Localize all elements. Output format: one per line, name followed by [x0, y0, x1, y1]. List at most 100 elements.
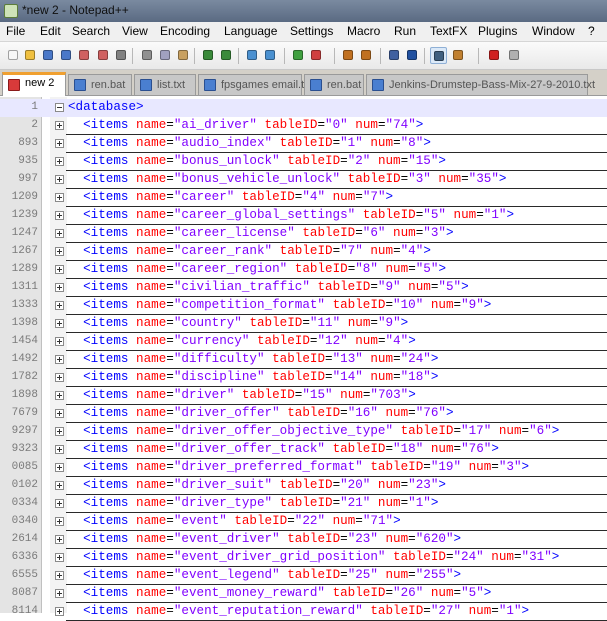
fold-expand-icon[interactable] — [55, 265, 64, 274]
undo-icon[interactable] — [200, 47, 217, 64]
fold-expand-icon[interactable] — [55, 283, 64, 292]
fold-expand-icon[interactable] — [55, 355, 64, 364]
fold-expand-icon[interactable] — [55, 193, 64, 202]
line-number: 935 — [18, 155, 38, 167]
line-number: 0334 — [11, 497, 38, 509]
tab-1[interactable]: ren.bat — [68, 74, 132, 95]
fold-expand-icon[interactable] — [55, 589, 64, 598]
line-number: 893 — [18, 137, 38, 149]
replace-icon-glyph — [265, 50, 275, 60]
fold-expand-icon[interactable] — [55, 391, 64, 400]
code-text: <items name="career_region" tableID="8" … — [83, 262, 446, 276]
close-icon[interactable] — [76, 47, 93, 64]
toolbar-separator — [132, 48, 133, 64]
fold-expand-icon[interactable] — [55, 121, 64, 130]
zoom-in-icon[interactable] — [290, 47, 307, 64]
line-number: 8087 — [11, 587, 38, 599]
fold-expand-icon[interactable] — [55, 229, 64, 238]
code-text: <items name="driver_preferred_format" ta… — [83, 460, 530, 474]
menu-settings[interactable]: Settings — [290, 24, 333, 38]
find-icon[interactable] — [244, 47, 261, 64]
menu-macro[interactable]: Macro — [347, 24, 380, 38]
editor-area[interactable]: 1 <database> 2 <items name="ai_driver" tab… — [0, 97, 607, 621]
new-file-icon[interactable] — [5, 47, 22, 64]
indent-guide-icon[interactable] — [430, 47, 447, 64]
line-number: 1898 — [11, 389, 38, 401]
menu-language[interactable]: Language — [224, 24, 277, 38]
fold-expand-icon[interactable] — [55, 607, 64, 616]
fold-expand-icon[interactable] — [55, 445, 64, 454]
toolbar-separator — [284, 48, 285, 64]
code-line: 1454 <items name="currency" tableID="12"… — [0, 333, 607, 351]
fold-expand-icon[interactable] — [55, 481, 64, 490]
fold-expand-icon[interactable] — [55, 175, 64, 184]
replace-icon[interactable] — [262, 47, 279, 64]
tab-5[interactable]: Jenkins-Drumstep-Bass-Mix-27-9-2010.txt — [366, 74, 595, 95]
fold-expand-icon[interactable] — [55, 211, 64, 220]
code-text: <items name="event_money_reward" tableID… — [83, 586, 492, 600]
record-macro-icon[interactable] — [486, 47, 503, 64]
menu-edit[interactable]: Edit — [40, 24, 61, 38]
sync-v-icon[interactable] — [340, 47, 357, 64]
close-all-icon-glyph — [98, 50, 108, 60]
code-text: <items name="career_rank" tableID="7" nu… — [83, 244, 431, 258]
fold-expand-icon[interactable] — [55, 139, 64, 148]
menu-textfx[interactable]: TextFX — [430, 24, 467, 38]
print-icon[interactable] — [113, 47, 130, 64]
fold-expand-icon[interactable] — [55, 463, 64, 472]
menu-run[interactable]: Run — [394, 24, 416, 38]
fold-expand-icon[interactable] — [55, 427, 64, 436]
menu-window[interactable]: Window — [532, 24, 575, 38]
menu-help[interactable]: ? — [588, 24, 595, 38]
fold-expand-icon[interactable] — [55, 409, 64, 418]
fold-expand-icon[interactable] — [55, 553, 64, 562]
menu-plugins[interactable]: Plugins — [478, 24, 517, 38]
user-lang-icon[interactable] — [450, 47, 467, 64]
code-text: <items name="event" tableID="22" num="71… — [83, 514, 401, 528]
fold-expand-icon[interactable] — [55, 337, 64, 346]
fold-collapse-icon[interactable] — [55, 103, 64, 112]
line-number: 1289 — [11, 263, 38, 275]
fold-expand-icon[interactable] — [55, 499, 64, 508]
wrap-icon[interactable] — [386, 47, 403, 64]
stop-macro-icon[interactable] — [506, 47, 523, 64]
save-icon[interactable] — [40, 47, 57, 64]
zoom-out-icon[interactable] — [308, 47, 325, 64]
paste-icon[interactable] — [175, 47, 192, 64]
line-number: 0102 — [11, 479, 38, 491]
code-text: <items name="discipline" tableID="14" nu… — [83, 370, 439, 384]
close-all-icon[interactable] — [95, 47, 112, 64]
code-line: 1289 <items name="career_region" tableID… — [0, 261, 607, 279]
save-all-icon[interactable] — [58, 47, 75, 64]
menu-file[interactable]: File — [6, 24, 25, 38]
menu-encoding[interactable]: Encoding — [160, 24, 210, 38]
line-number: 1398 — [11, 317, 38, 329]
code-text: <items name="audio_index" tableID="1" nu… — [83, 136, 431, 150]
tab-0[interactable]: new 2 — [2, 72, 66, 96]
redo-icon[interactable] — [218, 47, 235, 64]
cut-icon[interactable] — [139, 47, 156, 64]
fold-expand-icon[interactable] — [55, 517, 64, 526]
copy-icon[interactable] — [157, 47, 174, 64]
fold-expand-icon[interactable] — [55, 319, 64, 328]
tab-4[interactable]: ren.bat — [304, 74, 364, 95]
fold-expand-icon[interactable] — [55, 301, 64, 310]
sync-h-icon[interactable] — [358, 47, 375, 64]
fold-expand-icon[interactable] — [55, 373, 64, 382]
tab-2[interactable]: list.txt — [134, 74, 196, 95]
open-file-icon[interactable] — [22, 47, 39, 64]
fold-expand-icon[interactable] — [55, 247, 64, 256]
menu-view[interactable]: View — [122, 24, 148, 38]
tab-label: new 2 — [25, 77, 55, 89]
all-chars-icon[interactable] — [404, 47, 421, 64]
tab-3[interactable]: fpsgames email.txt — [198, 74, 313, 95]
line-number: 997 — [18, 173, 38, 185]
fold-expand-icon[interactable] — [55, 535, 64, 544]
menu-search[interactable]: Search — [72, 24, 110, 38]
fold-expand-icon[interactable] — [55, 571, 64, 580]
code-line: 8114 <items name="event_reputation_rewar… — [0, 603, 607, 621]
code-line: 9297 <items name="driver_offer_objective… — [0, 423, 607, 441]
fold-expand-icon[interactable] — [55, 157, 64, 166]
save-icon-glyph — [43, 50, 53, 60]
code-text: <items name="competition_format" tableID… — [83, 298, 492, 312]
